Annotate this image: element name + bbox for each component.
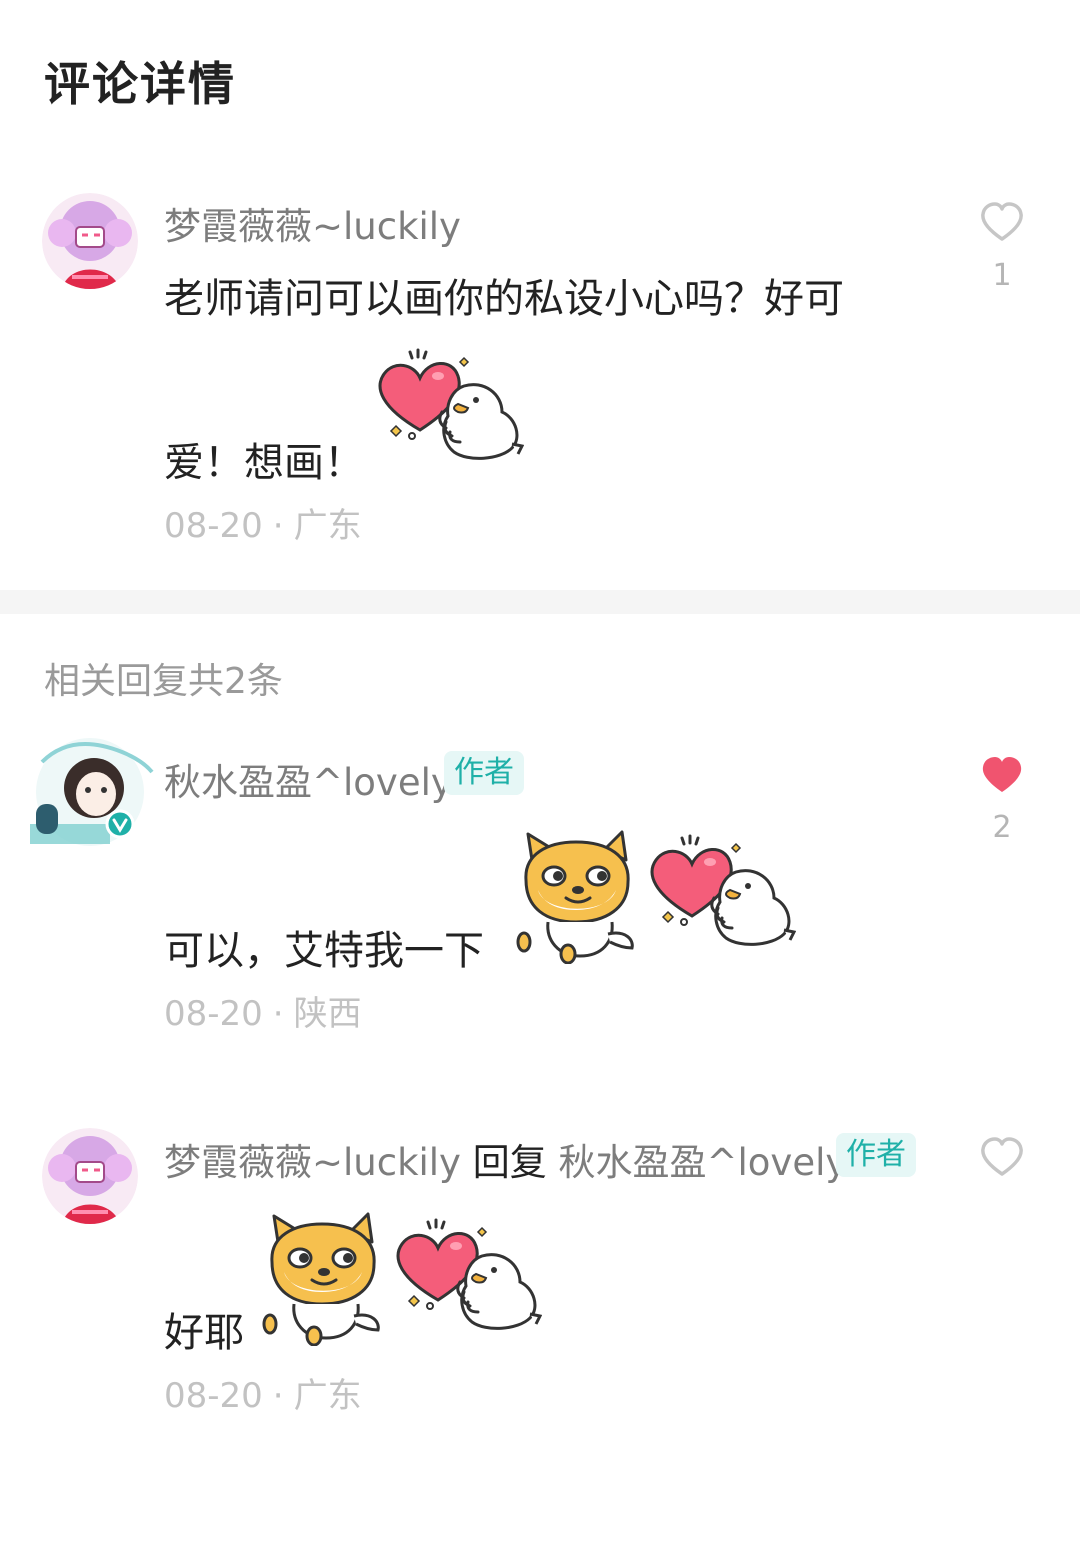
reply-word: 回复 (472, 1141, 547, 1184)
author-badge: 作者 (836, 1133, 916, 1177)
comment-date: 08-20 (164, 506, 263, 546)
heart-outline-icon[interactable] (980, 1137, 1024, 1177)
reply-username[interactable]: 秋水盈盈^lovely (164, 752, 453, 806)
avatar[interactable] (42, 193, 138, 289)
author-badge: 作者 (444, 751, 524, 795)
reply-to-username[interactable]: 秋水盈盈^lovely (559, 1141, 848, 1184)
like-count: 2 (992, 810, 1012, 845)
like-count: 1 (992, 258, 1012, 293)
comment-text-line2: 爱！想画！ (164, 440, 364, 486)
reply-date: 08-20 (164, 994, 263, 1034)
replies-header: 相关回复共2条 (44, 661, 283, 702)
heart-duck-sticker (372, 348, 524, 466)
shiba-dog-sticker (512, 830, 640, 964)
meta-separator: · (272, 506, 284, 546)
reply-location: 广东 (293, 1376, 362, 1416)
meta-separator: · (272, 994, 284, 1034)
heart-outline-icon[interactable] (980, 202, 1024, 242)
reply-date: 08-20 (164, 1376, 263, 1416)
shiba-dog-sticker (258, 1212, 386, 1346)
reply-meta: 08-20 · 陕西 (164, 986, 362, 1035)
reply-meta: 08-20 · 广东 (164, 1368, 362, 1417)
avatar[interactable] (22, 732, 158, 852)
meta-separator: · (272, 1376, 284, 1416)
heart-filled-icon[interactable] (980, 755, 1024, 795)
page-title: 评论详情 (44, 57, 236, 111)
avatar[interactable] (42, 1128, 138, 1224)
reply-username[interactable]: 梦霞薇薇~luckily (164, 1141, 461, 1184)
heart-duck-sticker (390, 1218, 542, 1336)
comment-username[interactable]: 梦霞薇薇~luckily (164, 196, 461, 250)
section-divider (0, 590, 1080, 614)
heart-duck-sticker (644, 834, 796, 952)
reply-header-line: 梦霞薇薇~luckily 回复 秋水盈盈^lovely (164, 1132, 847, 1186)
reply-text: 可以，艾特我一下 (164, 928, 484, 974)
comment-text-line1: 老师请问可以画你的私设小心吗？好可 (164, 276, 844, 322)
reply-location: 陕西 (293, 994, 362, 1034)
comment-meta: 08-20 · 广东 (164, 498, 362, 547)
reply-text: 好耶 (164, 1310, 244, 1356)
comment-location: 广东 (293, 506, 362, 546)
